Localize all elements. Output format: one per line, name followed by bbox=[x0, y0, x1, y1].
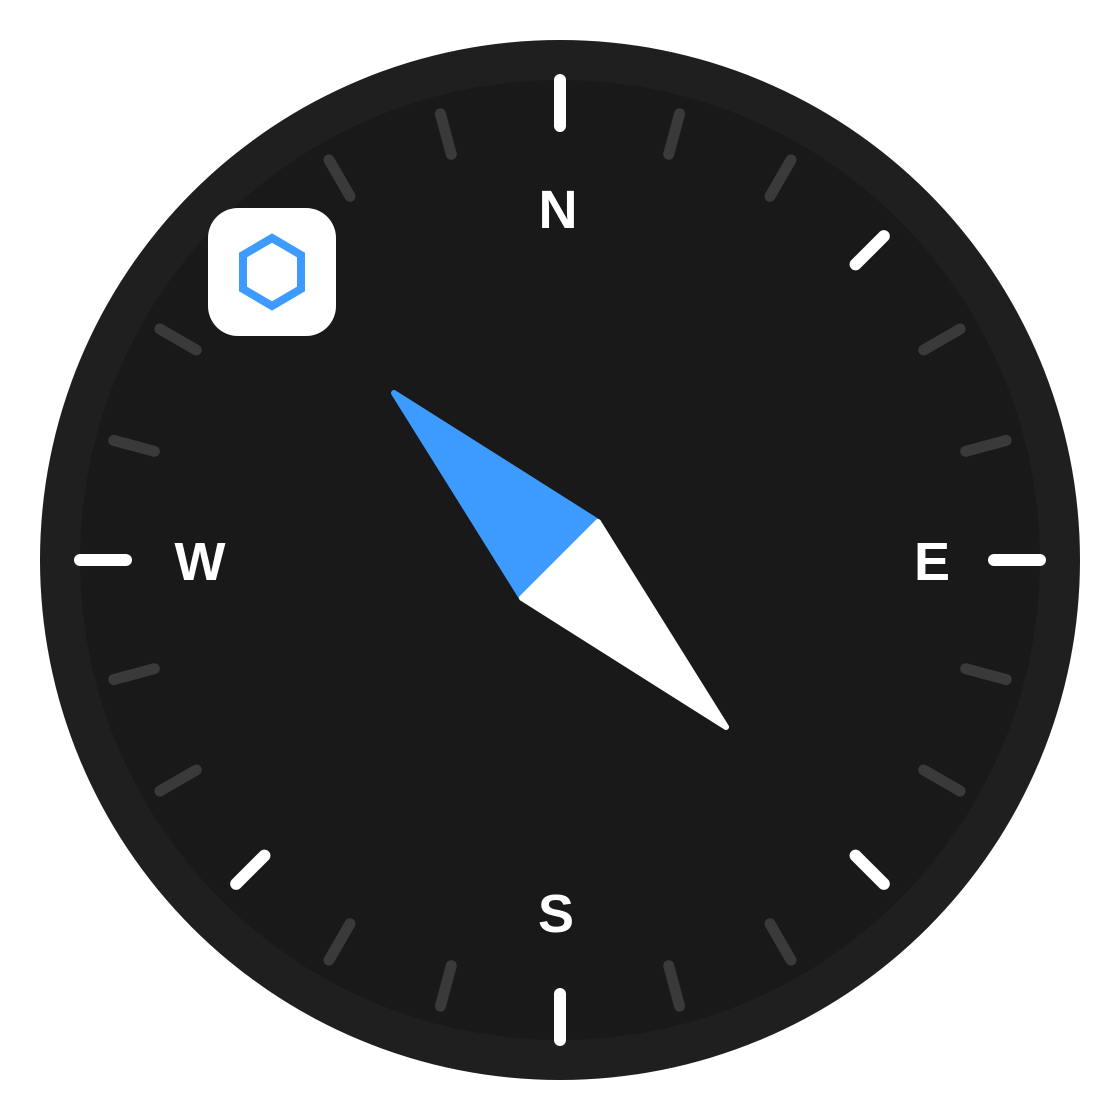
cardinal-west-label: W bbox=[175, 532, 226, 592]
compass-widget: N E S W bbox=[0, 0, 1120, 1120]
app-badge-button[interactable] bbox=[208, 208, 336, 336]
cardinal-east-label: E bbox=[914, 532, 950, 592]
compass-dial: N E S W bbox=[40, 40, 1080, 1080]
cardinal-north-label: N bbox=[539, 180, 578, 240]
cardinal-south-label: S bbox=[538, 884, 574, 944]
hexagon-icon bbox=[239, 233, 305, 311]
